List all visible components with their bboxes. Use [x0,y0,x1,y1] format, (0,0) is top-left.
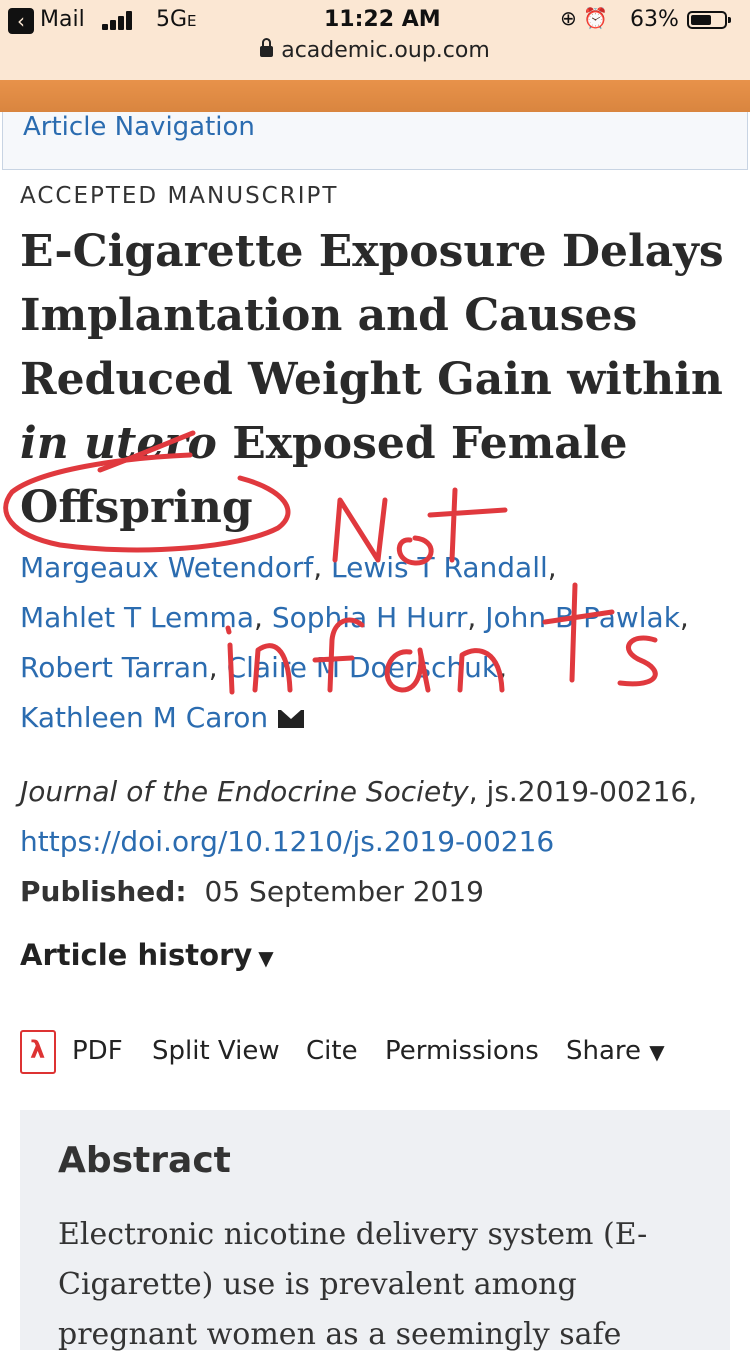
pdf-icon[interactable] [20,1030,56,1074]
article-toolbar: PDF Split View Cite Permissions Share ▼ [20,1030,740,1080]
article-history-toggle[interactable]: Article history ▼ [20,938,274,972]
manuscript-status: ACCEPTED MANUSCRIPT [20,183,339,209]
caret-down-icon: ▼ [258,946,274,970]
address-bar[interactable]: academic.oup.com [0,38,750,72]
caret-down-icon: ▼ [649,1040,665,1064]
abstract-section: Abstract Electronic nicotine delivery sy… [20,1110,730,1352]
article-id: , js.2019-00216, [468,775,698,808]
author-link[interactable]: Lewis T Randall [331,551,548,584]
battery-percent: 63% [630,7,679,32]
author-link[interactable]: Claire M Doerschuk [227,651,498,684]
author-list: Margeaux Wetendorf, Lewis T Randall, Mah… [20,551,689,734]
permissions-button[interactable]: Permissions [385,1036,539,1066]
doi-link[interactable]: https://doi.org/10.1210/js.2019-00216 [20,825,554,858]
article-title: E-Cigarette Exposure Delays Implantation… [20,226,724,533]
back-to-app-icon[interactable]: ‹ [8,8,34,34]
url-domain: academic.oup.com [281,38,490,63]
network-type: 5GE [156,7,197,32]
author-link[interactable]: Robert Tarran [20,651,209,684]
published-date: 05 September 2019 [204,875,484,908]
clock: 11:22 AM [324,7,441,32]
author-link[interactable]: Sophia H Hurr [272,601,468,634]
signal-icon [102,10,136,30]
article-navigation-label[interactable]: Article Navigation [23,112,255,142]
rotation-lock-alarm-icon: ⊕ ⏰ [560,6,609,30]
browser-top-bar: ‹ Mail 5GE 11:22 AM ⊕ ⏰ 63% academic.oup… [0,0,750,112]
author-link[interactable]: Margeaux Wetendorf [20,551,313,584]
author-link[interactable]: John B Pawlak [485,601,680,634]
citation-block: Journal of the Endocrine Society, js.201… [20,767,740,917]
author-link[interactable]: Kathleen M Caron [20,701,268,734]
envelope-icon[interactable] [278,710,305,728]
published-label: Published: [20,875,187,908]
lock-icon [260,38,274,57]
author-link[interactable]: Mahlet T Lemma [20,601,254,634]
abstract-text: Electronic nicotine delivery system (E-C… [58,1217,648,1352]
title-italic: in utero [20,418,217,469]
status-bar: ‹ Mail 5GE 11:22 AM ⊕ ⏰ 63% [0,0,750,40]
share-button[interactable]: Share ▼ [566,1036,665,1066]
article-navigation-bar[interactable]: Article Navigation [2,112,748,170]
journal-name: Journal of the Endocrine Society [20,775,469,808]
battery-icon [687,11,731,29]
back-app-label[interactable]: Mail [40,7,85,32]
abstract-heading: Abstract [58,1140,231,1181]
pdf-button[interactable]: PDF [72,1036,123,1066]
cite-button[interactable]: Cite [306,1036,358,1066]
split-view-button[interactable]: Split View [152,1036,280,1066]
